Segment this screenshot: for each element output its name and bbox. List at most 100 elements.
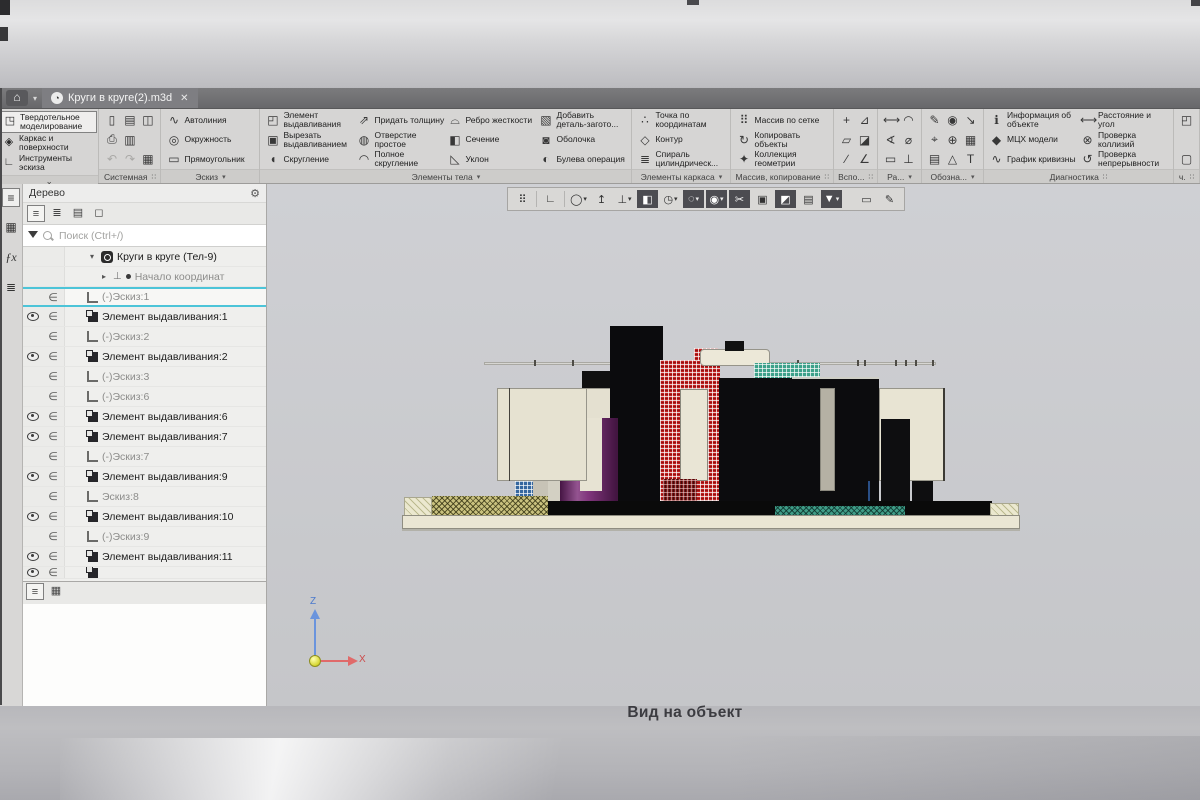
ribbon-group-system-label[interactable]: Системная∷	[99, 169, 160, 183]
ribbon-button-object-info[interactable]: ℹИнформация об объекте	[989, 111, 1077, 129]
filter-funnel-icon[interactable]	[28, 231, 38, 238]
ribbon-group-auxiliary-label[interactable]: Вспо...∷	[834, 169, 877, 183]
ribbon-button-aux-lcs[interactable]: ◪	[857, 131, 872, 149]
ribbon-button-draft[interactable]: ◺Уклон	[447, 150, 535, 168]
tree-row-элементвыдавливания:1[interactable]: ∈Элемент выдавливания:1	[23, 307, 266, 327]
viewbar-drag-handle[interactable]: ⠿	[512, 190, 533, 208]
ribbon-button-grid-mark[interactable]: ▦	[963, 131, 978, 149]
leftbar-fx-pane[interactable]: ƒx	[2, 248, 20, 267]
gear-icon[interactable]: ⚙	[250, 187, 260, 200]
ribbon-group-sketch-label[interactable]: Эскиз▾	[161, 169, 259, 183]
expand-caret-icon[interactable]: ▾	[87, 252, 97, 261]
ribbon-button-simple-hole[interactable]: ◍Отверстие простое	[356, 131, 444, 149]
viewbar-layers[interactable]: ▤	[798, 190, 819, 208]
tree-row-эскиз:9[interactable]: ∈(-)Эскиз:9	[23, 527, 266, 547]
ribbon-button-contour[interactable]: ◇Контур	[637, 131, 725, 149]
tree-row-partial-16[interactable]: ∈	[23, 567, 266, 579]
ribbon-button-dim-linear[interactable]: ⟷	[883, 111, 898, 129]
home-button[interactable]: ⌂	[6, 90, 28, 106]
visibility-eye-icon[interactable]	[27, 432, 39, 441]
ribbon-button-undo[interactable]: ↶	[104, 150, 119, 168]
ribbon-button-save[interactable]: ◫	[140, 111, 155, 129]
ribbon-button-plus-mark[interactable]: ⊕	[945, 131, 960, 149]
ribbon-button-continuity-check[interactable]: ↺Проверка непрерывности	[1080, 150, 1168, 168]
ribbon-button-aux-angle[interactable]: ∠	[857, 150, 872, 168]
ribbon-button-drawing-view[interactable]: ◰	[1179, 111, 1194, 129]
bottom-params-tab[interactable]: ▦	[47, 583, 65, 600]
tree-toolbar-tree-layers[interactable]: ≣	[48, 205, 66, 222]
mode-sketch-tools[interactable]: ∟Инструменты эскиза	[1, 153, 97, 173]
ribbon-button-dim-perp[interactable]: ⊥	[901, 150, 916, 168]
ribbon-button-copy-objects[interactable]: ↻Копировать объекты	[736, 131, 824, 149]
ribbon-group-array-copy-label[interactable]: Массив, копирование∷	[731, 169, 833, 183]
mode-frame-surfaces[interactable]: ◈Каркас и поверхности	[1, 133, 97, 153]
ribbon-group-frame-elements-label[interactable]: Элементы каркаса▾	[632, 169, 730, 183]
ribbon-button-extrude[interactable]: ◰Элемент выдавливания	[265, 111, 353, 129]
ribbon-group-designations-label[interactable]: Обозна...▾	[922, 169, 983, 183]
leftbar-grid-pane[interactable]: ▦	[2, 218, 20, 237]
ribbon-button-collision-check[interactable]: ⊗Проверка коллизий	[1080, 131, 1168, 149]
ribbon-button-add-stock-part[interactable]: ▧Добавить деталь-загото...	[538, 111, 626, 129]
ribbon-button-open-document[interactable]: ▤	[122, 111, 137, 129]
tab-list-caret-icon[interactable]: ▾	[33, 94, 37, 103]
ribbon-button-aux-triangle[interactable]: ⊿	[857, 111, 872, 129]
ribbon-button-curvature-graph[interactable]: ∿График кривизны	[989, 150, 1077, 168]
tree-row-элементвыдавливания:7[interactable]: ∈Элемент выдавливания:7	[23, 427, 266, 447]
ribbon-button-target-mark[interactable]: ⌖	[927, 131, 942, 149]
ribbon-button-aux-plane[interactable]: ▱	[839, 131, 854, 149]
viewbar-measure-cut[interactable]: ✂	[729, 190, 750, 208]
viewbar-sketch-grid[interactable]: ∟	[540, 190, 561, 208]
ribbon-group-drawing-label[interactable]: ч.∷	[1174, 169, 1199, 183]
tree-row-элементвыдавливания:6[interactable]: ∈Элемент выдавливания:6	[23, 407, 266, 427]
leftbar-tree-pane[interactable]: ≡	[2, 188, 20, 207]
ribbon-button-aux-axis[interactable]: +	[839, 111, 854, 129]
viewbar-clipboard[interactable]: ▣	[752, 190, 773, 208]
ribbon-button-geometry-collection[interactable]: ✦Коллекция геометрии	[736, 150, 824, 168]
mode-solid-modeling[interactable]: ◳Твердотельное моделирование	[1, 111, 97, 133]
ribbon-button-section[interactable]: ◧Сечение	[447, 131, 535, 149]
ribbon-button-autoline[interactable]: ∿Автолиния	[166, 111, 254, 129]
visibility-eye-icon[interactable]	[27, 472, 39, 481]
ribbon-button-boolean-operation[interactable]: ◐Булева операция	[538, 150, 626, 168]
ribbon-button-redo[interactable]: ↷	[122, 150, 137, 168]
ribbon-button-text-tool[interactable]: T	[963, 150, 978, 168]
tree-row-элементвыдавливания:2[interactable]: ∈Элемент выдавливания:2	[23, 347, 266, 367]
ribbon-button-leader-mark[interactable]: ↘	[963, 111, 978, 129]
visibility-eye-icon[interactable]	[27, 568, 39, 577]
ribbon-button-hatch-mark[interactable]: ▤	[927, 150, 942, 168]
visibility-eye-icon[interactable]	[27, 512, 39, 521]
viewbar-clip-view[interactable]: ◉▾	[706, 190, 727, 208]
tree-row-эскиз:1[interactable]: ∈(-)Эскиз:1	[23, 287, 266, 307]
tab-close-icon[interactable]: ✕	[180, 93, 188, 104]
viewbar-zoom-tool[interactable]: ◯▾	[568, 190, 589, 208]
viewbar-hide-objects[interactable]: ◌▾	[683, 190, 704, 208]
tree-row-эскиз:2[interactable]: ∈(-)Эскиз:2	[23, 327, 266, 347]
ribbon-button-dim-frame[interactable]: ▭	[883, 150, 898, 168]
tree-row-кругивкругетел9[interactable]: ▾Круги в круге (Тел-9)	[23, 247, 266, 267]
visibility-eye-icon[interactable]	[27, 312, 39, 321]
ribbon-button-full-fillet[interactable]: ◠Полное скругление	[356, 150, 444, 168]
ribbon-button-grid-array[interactable]: ⠿Массив по сетке	[736, 111, 824, 129]
leftbar-list-pane[interactable]: ≣	[2, 278, 20, 297]
tree-row-эскиз:7[interactable]: ∈(-)Эскиз:7	[23, 447, 266, 467]
model-viewport[interactable]: ⠿∟◯▾↥⊥▾◧◷▾◌▾◉▾✂▣◩▤▼▾▭✎ Z X	[267, 184, 1200, 706]
ribbon-button-aux-line[interactable]: ∕	[839, 150, 854, 168]
bottom-tree-tab[interactable]: ≡	[26, 583, 44, 600]
viewbar-scene-cube[interactable]: ◩	[775, 190, 796, 208]
ribbon-button-dim-angular[interactable]: ∢	[883, 131, 898, 149]
ribbon-button-save-all[interactable]: ▦	[140, 150, 155, 168]
ribbon-button-triangle-mark[interactable]: △	[945, 150, 960, 168]
ribbon-group-dimensions-label[interactable]: Ра...▾	[878, 169, 921, 183]
ribbon-button-new-document[interactable]: ▯	[104, 111, 119, 129]
ribbon-button-print[interactable]: ⎙	[104, 131, 119, 149]
ribbon-button-drawing-sheet[interactable]: ▢	[1179, 150, 1194, 168]
viewbar-display-shaded[interactable]: ◧	[637, 190, 658, 208]
viewbar-orientation-up[interactable]: ↥	[591, 190, 612, 208]
tree-row-началокоординат[interactable]: ▸⊥Начало координат	[23, 267, 266, 287]
viewbar-filter[interactable]: ▼▾	[821, 190, 842, 208]
tree-row-эскиз:6[interactable]: ∈(-)Эскиз:6	[23, 387, 266, 407]
tree-row-эскиз:8[interactable]: ∈Эскиз:8	[23, 487, 266, 507]
ribbon-button-mass-properties[interactable]: ◆МЦХ модели	[989, 131, 1077, 149]
expand-caret-icon[interactable]: ▸	[99, 272, 109, 281]
ribbon-button-shell[interactable]: ◙Оболочка	[538, 131, 626, 149]
